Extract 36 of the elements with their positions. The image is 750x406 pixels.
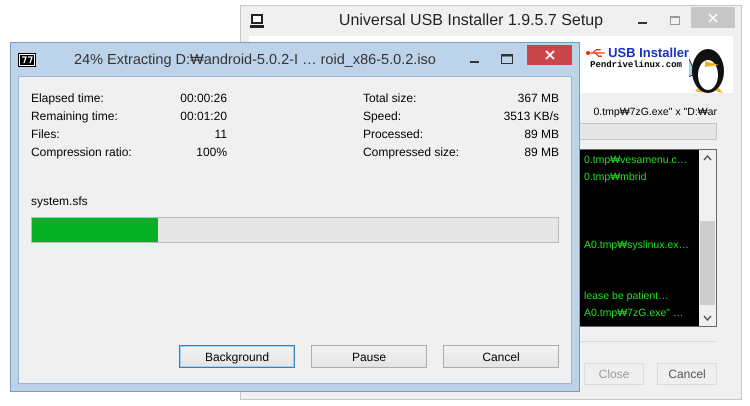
stat-label: Files: — [31, 126, 60, 143]
stat-label: Total size: — [363, 90, 416, 107]
logo-title: USB Installer — [608, 45, 689, 60]
stat-value: 3513 KB/s — [504, 108, 559, 125]
app-icon — [18, 52, 36, 66]
stat-value: 00:00:26 — [180, 90, 227, 107]
stat-value: 100% — [196, 144, 227, 161]
log-line: A0.tmp₩7zG.exe" … — [584, 307, 684, 319]
usb-symbol-icon — [586, 48, 606, 58]
log-line: 0.tmp₩vesamenu.c… — [584, 154, 688, 166]
stat-value: 11 — [214, 126, 227, 143]
logo-site: Pendrivelinux.com — [590, 60, 682, 70]
current-file: system.sfs — [31, 194, 89, 208]
window-title: Universal USB Installer 1.9.5.7 Setup — [338, 12, 604, 30]
stat-label: Processed: — [363, 126, 424, 143]
stat-value: 367 MB — [518, 90, 559, 107]
stat-label: Remaining time: — [31, 108, 118, 125]
stat-label: Elapsed time: — [31, 90, 104, 107]
stat-label: Compressed size: — [363, 144, 460, 161]
log-line: 0.tmp₩mbrid — [584, 171, 646, 183]
stat-label: Speed: — [363, 108, 402, 125]
close-icon[interactable] — [527, 45, 572, 65]
stat-value: 00:01:20 — [180, 108, 227, 125]
dialog-button[interactable]: Background — [179, 345, 295, 368]
log-line: lease be patient… — [584, 290, 669, 302]
window-title: 24% Extracting D:₩android-5.0.2-I … roid_x86-5.0.2.iso — [74, 52, 437, 68]
log-line: A0.tmp₩syslinux.ex… — [584, 239, 690, 251]
stat-label: Compression ratio: — [31, 144, 132, 161]
dialog-button[interactable]: Cancel — [443, 345, 559, 368]
dialog-button[interactable]: Cancel — [657, 363, 717, 385]
command-text: 0.tmp₩7zG.exe" x "D:₩ar — [593, 106, 717, 118]
stat-value: 89 MB — [524, 144, 559, 161]
computer-icon — [249, 13, 265, 29]
dialog-button[interactable]: Pause — [311, 345, 427, 368]
stat-value: 89 MB — [524, 126, 559, 143]
scrollbar[interactable] — [699, 150, 716, 326]
